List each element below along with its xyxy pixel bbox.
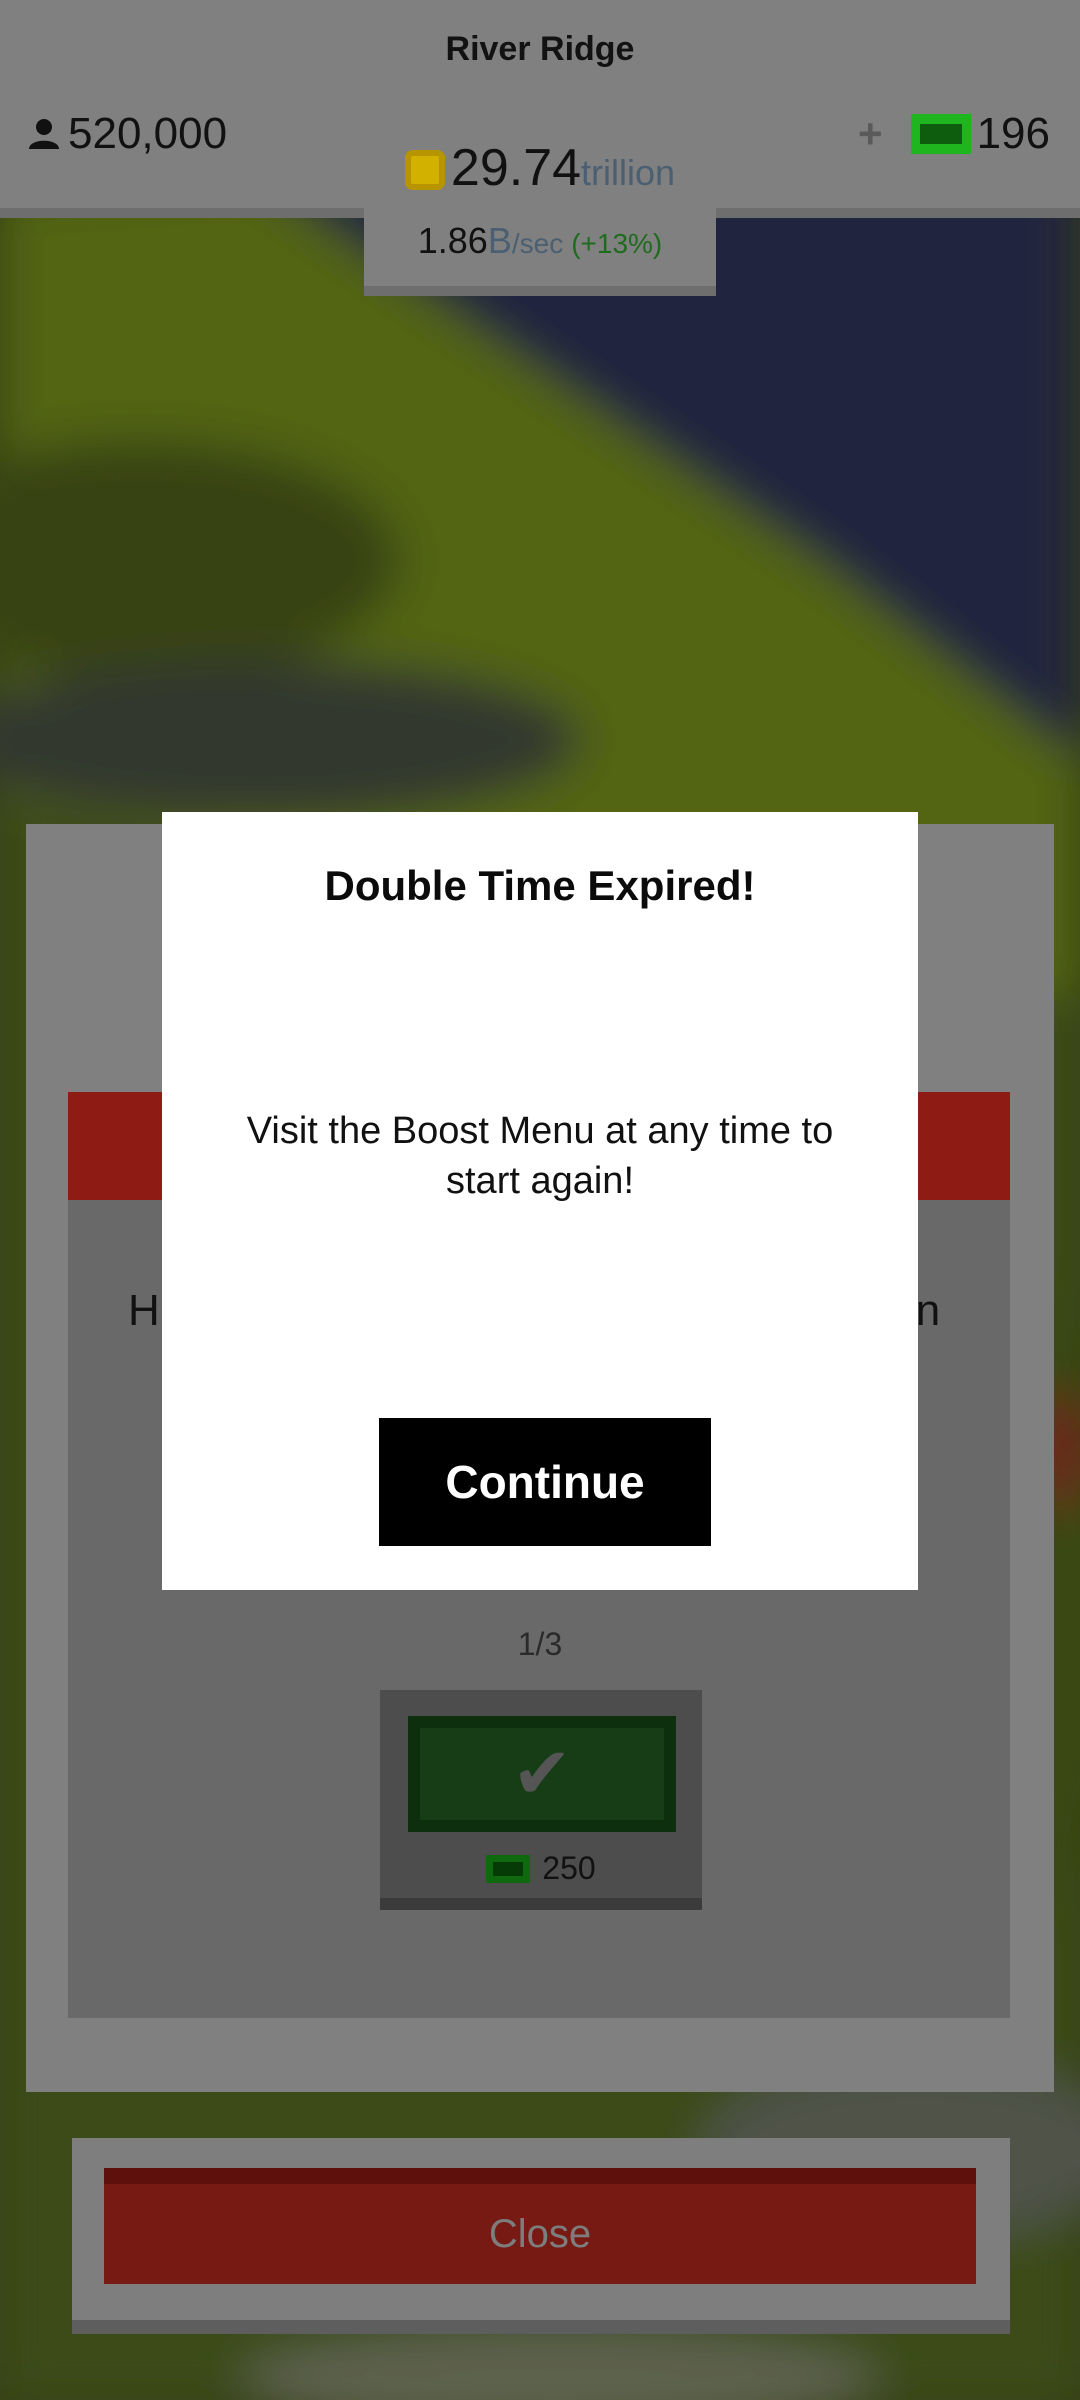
cash-bill-icon bbox=[486, 1854, 531, 1883]
modal-title: Double Time Expired! bbox=[324, 862, 756, 909]
cash-value: 196 bbox=[976, 109, 1050, 158]
cash-bill-icon bbox=[910, 114, 971, 154]
rate-unit: /sec bbox=[511, 228, 564, 259]
rate-suffix: B bbox=[487, 220, 512, 261]
cash-counter[interactable]: + 196 bbox=[858, 104, 1050, 164]
page-indicator: 1/3 bbox=[517, 1626, 563, 1662]
price-value: 250 bbox=[542, 1850, 596, 1886]
continue-button[interactable]: Continue bbox=[379, 1418, 711, 1546]
checkmark-icon: ✔ bbox=[511, 1734, 573, 1814]
modal-message: Visit the Boost Menu at any time to star… bbox=[246, 1110, 834, 1202]
population-value: 520,000 bbox=[68, 109, 228, 158]
boost-purchase-tile[interactable]: ✔ 250 bbox=[380, 1690, 702, 1910]
close-panel: Close bbox=[72, 2138, 1010, 2334]
coin-icon bbox=[404, 150, 445, 190]
add-cash-button[interactable]: + bbox=[858, 110, 883, 158]
close-label: Close bbox=[488, 2211, 592, 2256]
double-time-expired-modal: Double Time Expired! Visit the Boost Men… bbox=[162, 812, 918, 1590]
boost-dialog-text-partial-left: H bbox=[128, 1286, 160, 1335]
rate-bonus: (+13%) bbox=[571, 228, 663, 259]
rate-value: 1.86 bbox=[417, 220, 488, 261]
continue-label: Continue bbox=[445, 1456, 645, 1508]
city-name: River Ridge bbox=[445, 30, 635, 68]
population-counter: 520,000 bbox=[26, 104, 227, 164]
money-unit: trillion bbox=[581, 152, 676, 193]
money-value: 29.74 bbox=[450, 139, 582, 197]
price: 250 bbox=[380, 1850, 702, 1887]
money-panel: 29.74 trillion 1.86 B /sec (+13%) bbox=[364, 118, 716, 296]
income-rate: 1.86 B /sec (+13%) bbox=[364, 220, 716, 262]
confirm-purchase-button[interactable]: ✔ bbox=[408, 1716, 676, 1832]
person-icon bbox=[29, 119, 59, 149]
close-button[interactable]: Close bbox=[104, 2168, 976, 2284]
